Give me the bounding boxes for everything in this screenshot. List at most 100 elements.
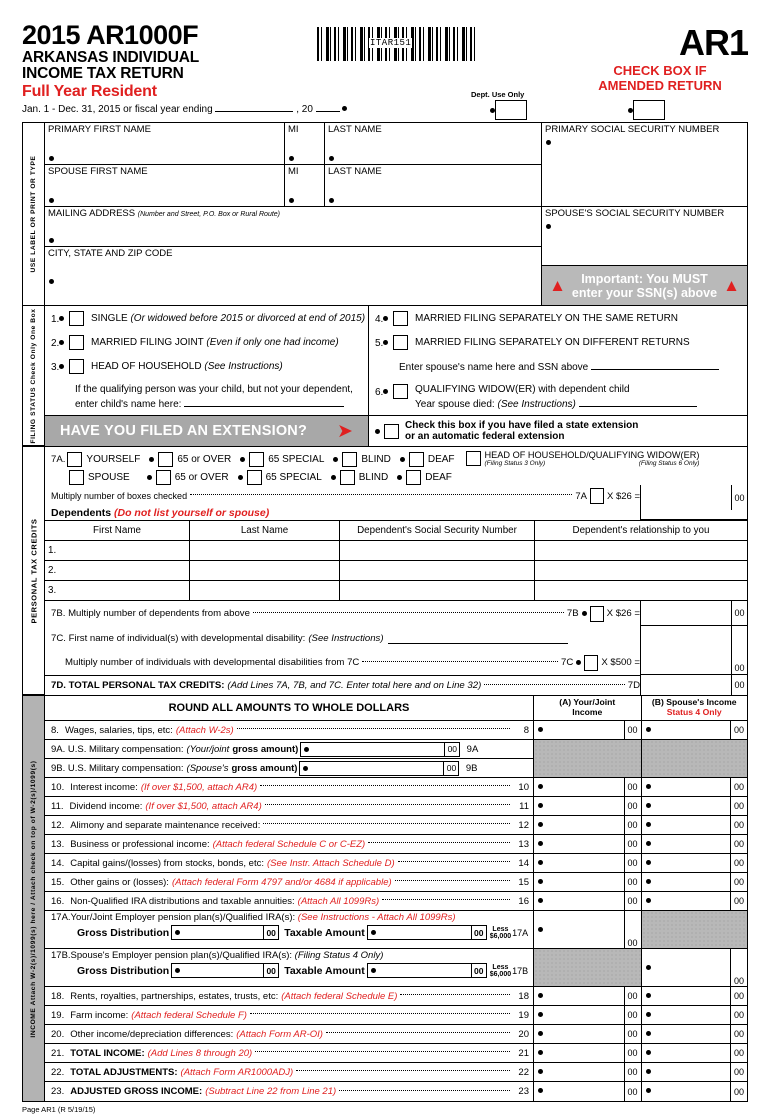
col-a-line-11[interactable]: 00 bbox=[534, 797, 641, 817]
col-b-line-8-input[interactable] bbox=[642, 721, 731, 739]
yourself-65-special-checkbox[interactable] bbox=[249, 451, 265, 467]
year-spouse-died-input[interactable] bbox=[578, 396, 697, 407]
line-17b-taxable-input[interactable] bbox=[368, 964, 471, 977]
col-b-line-14[interactable]: 00 bbox=[641, 854, 747, 874]
col-a-line-10[interactable]: 00 bbox=[534, 778, 641, 798]
col-b-line-16[interactable]: 00 bbox=[641, 892, 747, 912]
dep-ssn-input[interactable] bbox=[340, 581, 535, 602]
spouse-65-over-checkbox[interactable] bbox=[155, 470, 171, 486]
col-b-line-13[interactable]: 00 bbox=[641, 835, 747, 855]
mfs-same-return-checkbox[interactable] bbox=[393, 311, 408, 326]
dep-last-name-input[interactable] bbox=[190, 541, 340, 562]
line-9b-amount-input[interactable] bbox=[300, 762, 443, 775]
col-a-line-12[interactable]: 00 bbox=[534, 816, 641, 836]
col-b-line-21[interactable]: 00 bbox=[641, 1044, 747, 1064]
col-b-line-18[interactable]: 00 bbox=[641, 987, 747, 1007]
child-name-input[interactable] bbox=[184, 396, 345, 407]
col-a-line-16[interactable]: 00 bbox=[534, 892, 641, 912]
col-b-line-17b-input[interactable] bbox=[642, 949, 731, 986]
yourself-credit[interactable]: YOURSELF bbox=[67, 451, 140, 467]
col-a-line-20[interactable]: 00 bbox=[534, 1025, 641, 1045]
spouse-ssn-field[interactable]: SPOUSE'S SOCIAL SECURITY NUMBER bbox=[542, 207, 747, 266]
col-b-line-12[interactable]: 00 bbox=[641, 816, 747, 836]
col-a-line-8[interactable]: 00 bbox=[534, 721, 641, 741]
spouse-credit[interactable]: SPOUSE bbox=[69, 470, 130, 486]
col-a-line-15-input[interactable] bbox=[534, 873, 624, 891]
col-a-line-23-input[interactable] bbox=[534, 1082, 624, 1101]
filing-status-option-6[interactable]: 6. QUALIFYING WIDOW(ER) with dependent c… bbox=[375, 384, 743, 411]
col-a-line-17a[interactable]: 00 bbox=[534, 911, 641, 950]
col-b-line-13-input[interactable] bbox=[642, 835, 731, 853]
col-a-line-14[interactable]: 00 bbox=[534, 854, 641, 874]
primary-first-name-field[interactable]: PRIMARY FIRST NAME bbox=[45, 123, 285, 165]
hoh-qualifying-widow-checkbox[interactable] bbox=[465, 451, 481, 466]
line-9a-amount-input[interactable] bbox=[301, 743, 444, 756]
mailing-address-field[interactable]: MAILING ADDRESS (Number and Street, P.O.… bbox=[45, 207, 541, 247]
line-9a-amount-field[interactable]: 00 bbox=[300, 741, 461, 757]
col-b-line-10[interactable]: 00 bbox=[641, 778, 747, 798]
spouse-65-over-credit[interactable]: 65 or OVER bbox=[155, 470, 229, 486]
spouse-first-name-field[interactable]: SPOUSE FIRST NAME bbox=[45, 165, 285, 207]
yourself-checkbox[interactable] bbox=[67, 451, 83, 467]
yourself-deaf-credit[interactable]: DEAF bbox=[408, 451, 455, 467]
dep-ssn-input[interactable] bbox=[340, 561, 535, 582]
line-9b-amount-field[interactable]: 00 bbox=[299, 760, 460, 776]
dep-relationship-input[interactable] bbox=[535, 561, 747, 582]
spouse-65-special-checkbox[interactable] bbox=[246, 470, 262, 486]
line-7c-count-input[interactable] bbox=[584, 654, 599, 671]
line-17b-gross-field[interactable]: 00 bbox=[171, 963, 280, 979]
col-b-line-14-input[interactable] bbox=[642, 854, 731, 872]
col-b-line-15[interactable]: 00 bbox=[641, 873, 747, 893]
col-a-line-14-input[interactable] bbox=[534, 854, 624, 872]
col-a-line-21[interactable]: 00 bbox=[534, 1044, 641, 1064]
fiscal-year-input[interactable] bbox=[315, 102, 340, 113]
col-b-line-10-input[interactable] bbox=[642, 778, 731, 796]
qualifying-widow-checkbox[interactable] bbox=[393, 384, 408, 399]
dep-last-name-input[interactable] bbox=[190, 561, 340, 582]
col-a-line-22[interactable]: 00 bbox=[534, 1063, 641, 1083]
line-7a-count-input[interactable] bbox=[589, 488, 604, 505]
yourself-blind-credit[interactable]: BLIND bbox=[342, 451, 391, 467]
col-b-line-20[interactable]: 00 bbox=[641, 1025, 747, 1045]
dep-relationship-input[interactable] bbox=[535, 581, 747, 602]
col-b-line-23[interactable]: 00 bbox=[642, 1082, 748, 1102]
col-b-line-17b[interactable]: 00 bbox=[641, 949, 747, 988]
mfs-different-returns-checkbox[interactable] bbox=[393, 335, 408, 350]
col-b-line-23-input[interactable] bbox=[642, 1082, 731, 1101]
spouse-last-name-field[interactable]: LAST NAME bbox=[325, 165, 541, 207]
col-a-line-18-input[interactable] bbox=[534, 987, 624, 1005]
col-a-line-11-input[interactable] bbox=[534, 797, 624, 815]
col-b-line-11[interactable]: 00 bbox=[641, 797, 747, 817]
spouse-checkbox[interactable] bbox=[69, 470, 84, 486]
fiscal-year-end-input[interactable] bbox=[215, 102, 294, 113]
dep-relationship-input[interactable] bbox=[535, 541, 747, 562]
line-17a-gross-field[interactable]: 00 bbox=[171, 925, 280, 941]
line-17a-gross-input[interactable] bbox=[172, 926, 263, 939]
yourself-blind-checkbox[interactable] bbox=[342, 451, 358, 467]
amended-return-checkbox[interactable] bbox=[633, 100, 665, 120]
spouse-deaf-checkbox[interactable] bbox=[406, 470, 422, 486]
dept-use-field[interactable] bbox=[490, 100, 527, 120]
col-b-line-19-input[interactable] bbox=[642, 1006, 731, 1024]
filing-status-option-3[interactable]: 3. HEAD OF HOUSEHOLD (See Instructions) bbox=[51, 359, 368, 374]
col-b-line-18-input[interactable] bbox=[642, 987, 731, 1005]
col-b-line-22-input[interactable] bbox=[642, 1063, 731, 1081]
dept-use-box[interactable] bbox=[495, 100, 527, 120]
line-7a-amount-input[interactable] bbox=[641, 485, 731, 510]
dep-ssn-input[interactable] bbox=[340, 541, 535, 562]
yourself-deaf-checkbox[interactable] bbox=[408, 451, 424, 467]
col-b-line-12-input[interactable] bbox=[642, 816, 731, 834]
col-a-line-16-input[interactable] bbox=[534, 892, 624, 910]
line-17b-gross-input[interactable] bbox=[172, 964, 263, 977]
col-a-line-19[interactable]: 00 bbox=[534, 1006, 641, 1026]
col-b-line-20-input[interactable] bbox=[642, 1025, 731, 1043]
col-b-line-16-input[interactable] bbox=[642, 892, 731, 910]
col-a-line-13[interactable]: 00 bbox=[534, 835, 641, 855]
line-17a-taxable-input[interactable] bbox=[368, 926, 471, 939]
col-a-line-19-input[interactable] bbox=[534, 1006, 624, 1024]
filing-status-option-2[interactable]: 2. MARRIED FILING JOINT (Even if only on… bbox=[51, 335, 368, 350]
dependent-row[interactable]: 2. bbox=[45, 561, 747, 582]
yourself-65-special-credit[interactable]: 65 SPECIAL bbox=[249, 451, 324, 467]
line-7b-count-input[interactable] bbox=[589, 605, 604, 622]
primary-mi-field[interactable]: MI bbox=[285, 123, 325, 165]
